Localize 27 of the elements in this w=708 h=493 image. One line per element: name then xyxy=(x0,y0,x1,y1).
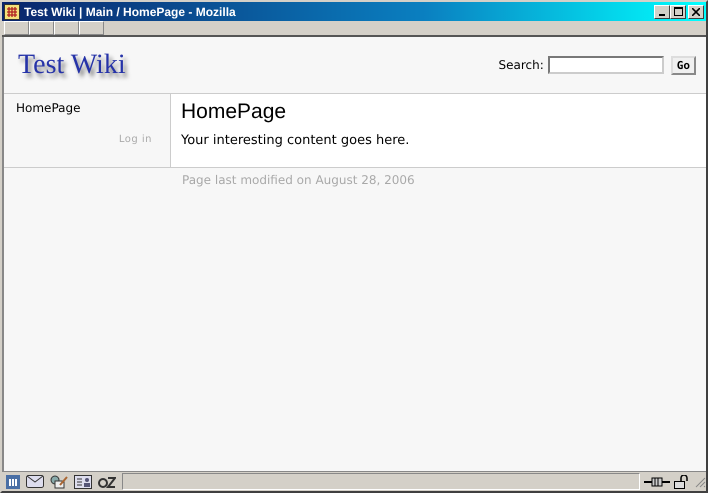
last-modified-text: Page last modified on August 28, 2006 xyxy=(182,173,415,187)
address-book-icon[interactable] xyxy=(74,474,92,488)
mail-icon[interactable] xyxy=(26,475,44,488)
page-text: Your interesting content goes here. xyxy=(181,133,410,148)
maximize-icon xyxy=(674,7,682,16)
site-logo[interactable]: Test Wiki xyxy=(18,49,126,81)
resize-grip-icon[interactable] xyxy=(694,476,706,488)
close-icon xyxy=(692,8,700,16)
minimize-button[interactable] xyxy=(654,4,670,18)
go-button[interactable]: Go xyxy=(670,56,696,74)
minimize-icon xyxy=(659,14,665,16)
app-icon xyxy=(4,4,20,20)
toolbar-grip[interactable] xyxy=(29,21,54,35)
online-plug-icon[interactable] xyxy=(644,476,670,488)
search-label: Search: xyxy=(498,58,544,72)
maximize-button[interactable] xyxy=(670,4,686,18)
close-button[interactable] xyxy=(688,4,704,18)
page-heading: HomePage xyxy=(181,100,288,124)
search-field[interactable] xyxy=(548,56,664,74)
toolbar-grip[interactable] xyxy=(79,21,104,35)
padlock-icon[interactable] xyxy=(674,474,690,488)
navigator-icon[interactable] xyxy=(6,474,20,488)
toolbar-grip[interactable] xyxy=(4,21,29,35)
window-title: Test Wiki | Main / HomePage - Mozilla xyxy=(24,4,236,18)
composer-icon[interactable] xyxy=(50,474,68,488)
toolbar-grip[interactable] xyxy=(54,21,79,35)
sidebar-link[interactable]: HomePage xyxy=(16,101,152,115)
